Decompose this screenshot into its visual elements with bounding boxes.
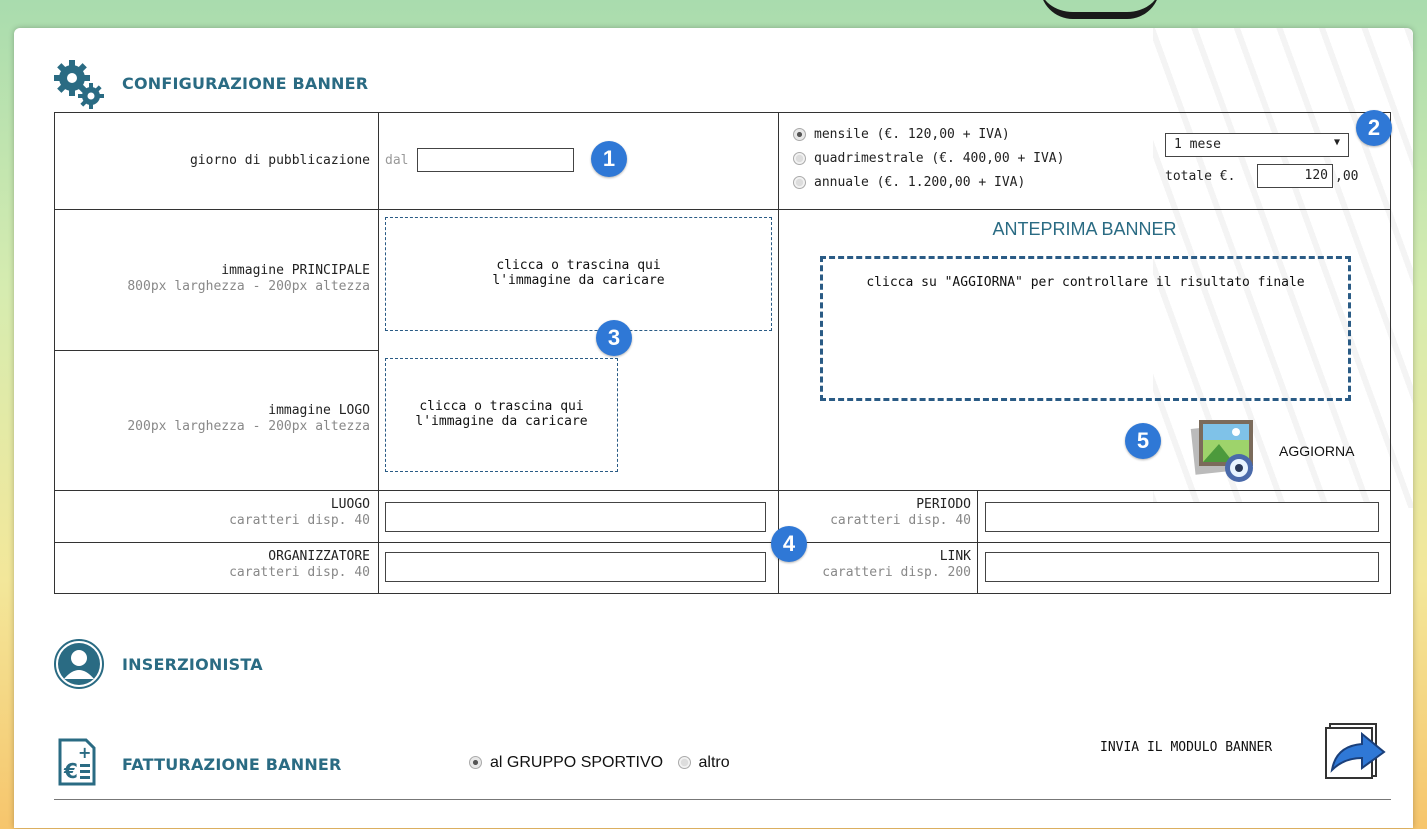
- link-label: LINK caratteri disp. 200: [822, 549, 971, 580]
- decorative-swoosh: [1040, 0, 1160, 19]
- chevron-down-icon: ▼: [1333, 137, 1340, 148]
- preview-title: ANTEPRIMA BANNER: [992, 219, 1177, 239]
- duration-select[interactable]: 1 mese ▼: [1165, 133, 1349, 157]
- badge-3: 3: [596, 320, 632, 356]
- totale-decimals: ,00: [1335, 169, 1359, 184]
- fatturazione-title: FATTURAZIONE BANNER: [122, 755, 342, 774]
- gears-icon: [54, 60, 104, 109]
- img-principale-dropzone[interactable]: clicca o trascina qui l'immagine da cari…: [385, 217, 772, 331]
- periodo-input[interactable]: [985, 502, 1379, 532]
- banner-form-panel: CONFIGURAZIONE BANNER giorno di pubblica…: [14, 28, 1413, 828]
- bottom-divider: [54, 799, 1391, 800]
- send-arrow-icon: [1325, 723, 1386, 779]
- radio-annuale[interactable]: [793, 176, 806, 189]
- svg-text:€: €: [63, 759, 78, 783]
- organizzatore-input[interactable]: [385, 552, 766, 582]
- radio-quadrimestrale[interactable]: [793, 152, 806, 165]
- img-logo-label: immagine LOGO 200px larghezza - 200px al…: [127, 403, 370, 434]
- luogo-input[interactable]: [385, 502, 766, 532]
- img-principale-label: immagine PRINCIPALE 800px larghezza - 20…: [127, 263, 370, 294]
- config-table: giorno di pubblicazione dal mensile (€. …: [54, 112, 1391, 594]
- badge-4: 4: [771, 526, 807, 562]
- img-logo-dropzone[interactable]: clicca o trascina qui l'immagine da cari…: [385, 358, 618, 472]
- preview-box: clicca su "AGGIORNA" per controllare il …: [820, 256, 1351, 401]
- image-preview-icon: [1190, 420, 1253, 482]
- dal-label: dal: [385, 153, 409, 168]
- radio-gruppo-sportivo[interactable]: [469, 756, 482, 770]
- badge-1: 1: [591, 141, 627, 177]
- radio-mensile[interactable]: [793, 128, 806, 141]
- organizzatore-label: ORGANIZZATORE caratteri disp. 40: [229, 549, 370, 580]
- giorno-label: giorno di pubblicazione: [189, 153, 370, 168]
- config-section-title: CONFIGURAZIONE BANNER: [122, 74, 369, 93]
- totale-label: totale €.: [1165, 169, 1236, 184]
- svg-text:+: +: [78, 743, 91, 762]
- periodo-label: PERIODO caratteri disp. 40: [830, 497, 971, 528]
- option-quadrimestrale[interactable]: quadrimestrale (€. 400,00 + IVA): [793, 147, 1064, 171]
- aggiorna-button[interactable]: AGGIORNA: [1185, 416, 1385, 491]
- dal-date-input[interactable]: [417, 148, 574, 172]
- option-mensile[interactable]: mensile (€. 120,00 + IVA): [793, 123, 1064, 147]
- send-module-button[interactable]: INVIA IL MODULO BANNER: [1094, 720, 1394, 780]
- luogo-label: LUOGO caratteri disp. 40: [229, 497, 370, 528]
- fatturazione-options: al GRUPPO SPORTIVO altro: [469, 754, 730, 772]
- badge-2: 2: [1356, 110, 1392, 146]
- option-annuale[interactable]: annuale (€. 1.200,00 + IVA): [793, 171, 1064, 195]
- radio-altro[interactable]: [677, 756, 691, 770]
- inserzionista-title[interactable]: INSERZIONISTA: [122, 655, 263, 674]
- user-icon: [54, 639, 104, 689]
- subscription-options: mensile (€. 120,00 + IVA) quadrimestrale…: [793, 123, 1064, 195]
- totale-input[interactable]: 120: [1257, 164, 1333, 188]
- invoice-euro-icon: € +: [58, 738, 96, 786]
- badge-5: 5: [1125, 423, 1161, 459]
- link-input[interactable]: [985, 552, 1379, 582]
